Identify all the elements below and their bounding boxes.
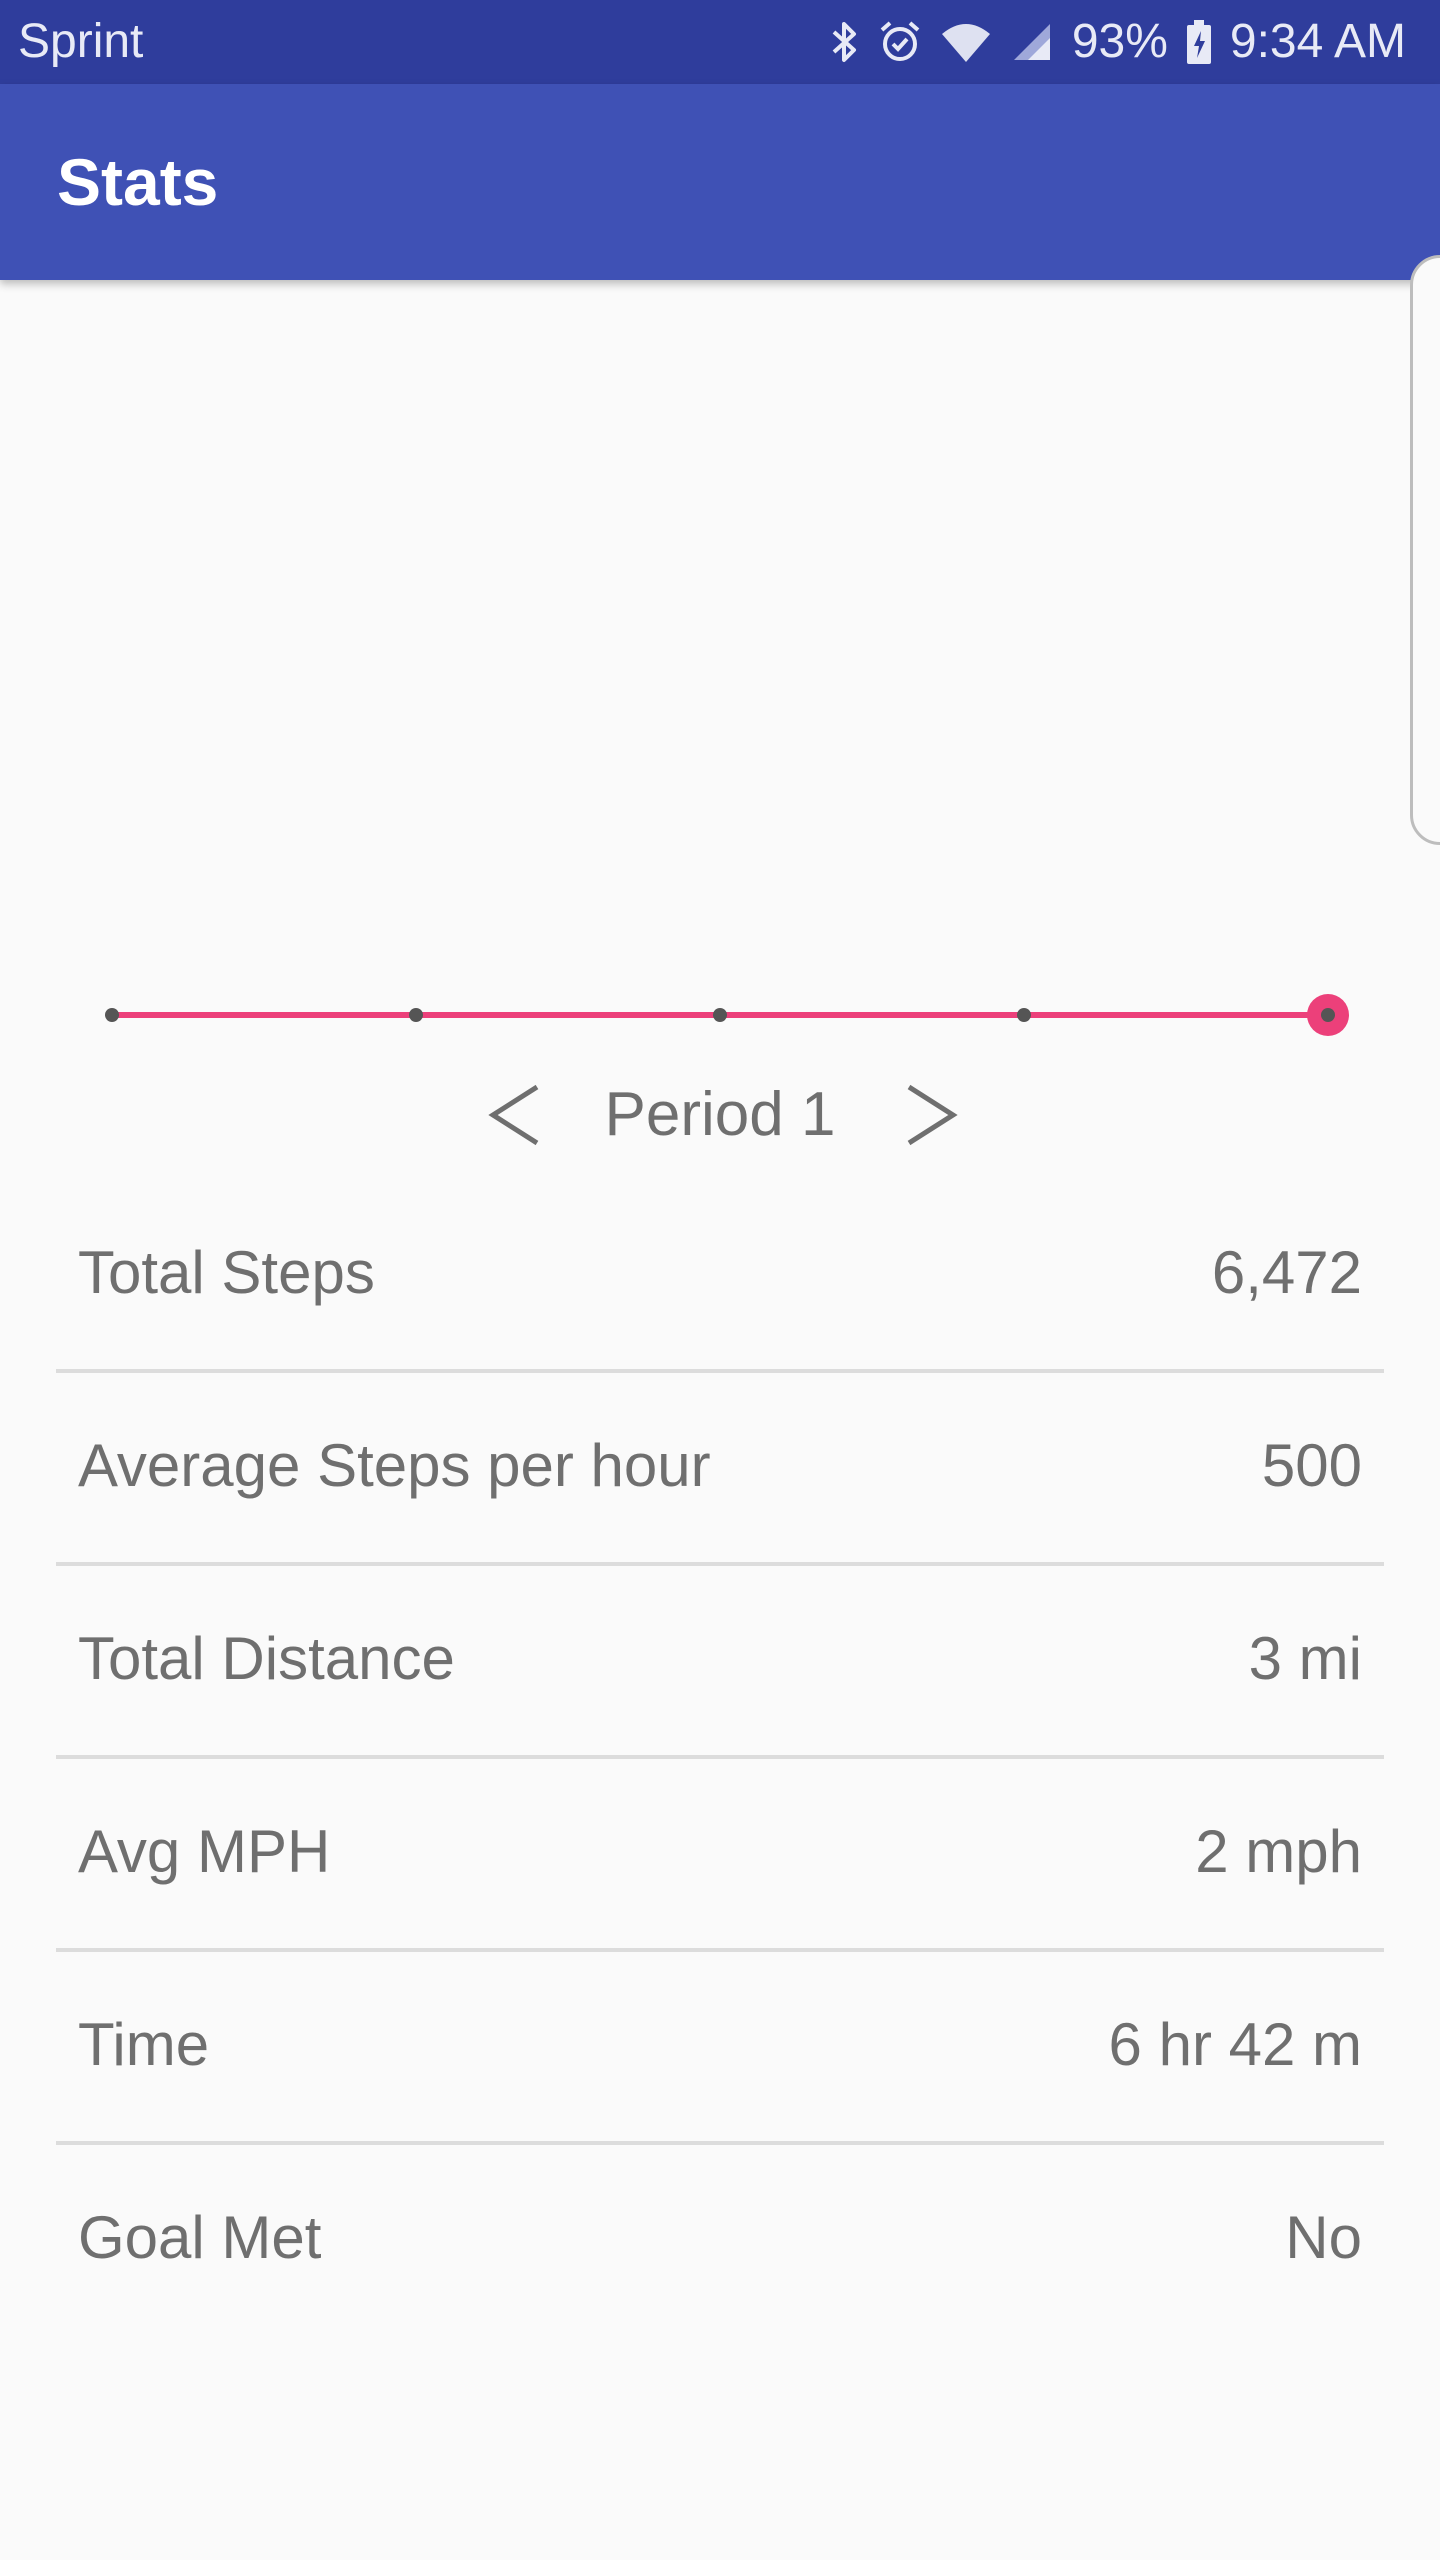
bluetooth-icon: [830, 0, 860, 84]
timeline-point[interactable]: [409, 1008, 423, 1022]
status-time: 9:34 AM: [1229, 15, 1406, 68]
chevron-left-icon[interactable]: [483, 1079, 547, 1151]
stat-value: 500: [1261, 1432, 1362, 1499]
stats-list: Total Steps 6,472 Average Steps per hour…: [56, 1180, 1384, 2338]
timeline-point[interactable]: [713, 1008, 727, 1022]
timeline-point[interactable]: [105, 1008, 119, 1022]
timeline-chart: [105, 994, 1349, 1036]
stat-label: Average Steps per hour: [78, 1432, 711, 1499]
wifi-icon: [940, 0, 992, 84]
page-title: Stats: [57, 145, 219, 219]
stat-label: Avg MPH: [78, 1818, 331, 1885]
cell-signal-icon: [1010, 0, 1054, 84]
chevron-right-icon[interactable]: [899, 1079, 963, 1151]
stat-row-total-steps: Total Steps 6,472: [56, 1180, 1384, 1373]
stat-label: Time: [78, 2011, 210, 2078]
carrier-name: Sprint: [18, 15, 144, 68]
period-navigation: Period 1: [0, 1065, 1440, 1165]
stat-label: Goal Met: [78, 2204, 322, 2271]
stat-value: 6,472: [1211, 1239, 1362, 1306]
stat-label: Total Steps: [78, 1239, 375, 1306]
stat-row-goal-met: Goal Met No: [56, 2145, 1384, 2338]
battery-charging-icon: [1186, 0, 1212, 84]
stat-value: 3 mi: [1248, 1625, 1362, 1692]
status-icons: 93% 9:34 AM: [830, 0, 1406, 84]
stat-row-total-distance: Total Distance 3 mi: [56, 1566, 1384, 1759]
stat-row-avg-mph: Avg MPH 2 mph: [56, 1759, 1384, 1952]
timeline: [105, 994, 1349, 1036]
stat-label: Total Distance: [78, 1625, 455, 1692]
stat-value: 2 mph: [1195, 1818, 1362, 1885]
app-bar: Stats: [0, 84, 1440, 280]
stat-value: No: [1285, 2204, 1362, 2271]
status-bar: Sprint 93% 9:34 AM: [0, 0, 1440, 84]
stat-value: 6 hr 42 m: [1108, 2011, 1362, 2078]
timeline-point[interactable]: [1017, 1008, 1031, 1022]
stat-row-average-steps-per-hour: Average Steps per hour 500: [56, 1373, 1384, 1566]
period-label: Period 1: [604, 1080, 836, 1149]
alarm-icon: [878, 0, 922, 84]
battery-percent: 93%: [1071, 15, 1168, 68]
stat-row-time: Time 6 hr 42 m: [56, 1952, 1384, 2145]
timeline-point[interactable]: [1321, 1008, 1335, 1022]
